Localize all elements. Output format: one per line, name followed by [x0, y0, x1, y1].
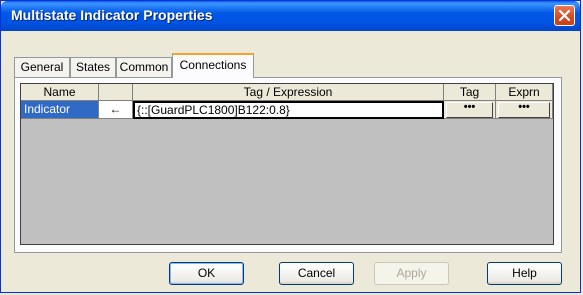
window-title: Multistate Indicator Properties: [11, 7, 213, 23]
tab-states-label: States: [75, 60, 111, 74]
dialog-window: Multistate Indicator Properties General …: [0, 0, 581, 293]
cancel-button[interactable]: Cancel: [279, 262, 354, 285]
tab-connections-label: Connections: [179, 58, 247, 72]
column-header-direction[interactable]: [99, 84, 133, 101]
connections-panel: Name Tag / Expression Tag Exprn Indicato…: [14, 77, 562, 253]
row-name-cell[interactable]: Indicator: [21, 101, 99, 119]
expression-browse-button[interactable]: •••: [498, 102, 550, 118]
connections-grid: Name Tag / Expression Tag Exprn Indicato…: [20, 83, 554, 245]
tab-general-label: General: [20, 60, 64, 74]
left-arrow-icon: ←: [99, 101, 133, 119]
tab-general[interactable]: General: [14, 57, 70, 77]
column-header-exprn[interactable]: Exprn: [496, 84, 553, 101]
column-header-tag[interactable]: Tag: [444, 84, 496, 101]
tag-expression-input[interactable]: {::[GuardPLC1800]B122:0.8}: [133, 101, 444, 119]
title-bar[interactable]: Multistate Indicator Properties: [1, 1, 580, 31]
tag-browse-button[interactable]: •••: [446, 102, 493, 118]
close-x-icon: [559, 10, 570, 21]
apply-button[interactable]: Apply: [374, 262, 449, 285]
tab-states[interactable]: States: [70, 57, 116, 77]
column-header-tag-expression[interactable]: Tag / Expression: [133, 84, 444, 101]
grid-header: Name Tag / Expression Tag Exprn: [21, 84, 553, 101]
tag-cell: •••: [444, 101, 496, 119]
tab-common[interactable]: Common: [116, 57, 172, 77]
ok-button[interactable]: OK: [169, 262, 244, 285]
tab-common-label: Common: [119, 60, 169, 74]
exprn-cell: •••: [496, 101, 553, 119]
tab-connections[interactable]: Connections: [172, 53, 254, 78]
column-header-name[interactable]: Name: [21, 84, 99, 101]
help-button[interactable]: Help: [487, 262, 562, 285]
table-row[interactable]: Indicator ← {::[GuardPLC1800]B122:0.8} •…: [21, 101, 553, 119]
dialog-client-area: General States Common Connections Name T…: [4, 31, 577, 289]
close-button[interactable]: [554, 5, 575, 26]
